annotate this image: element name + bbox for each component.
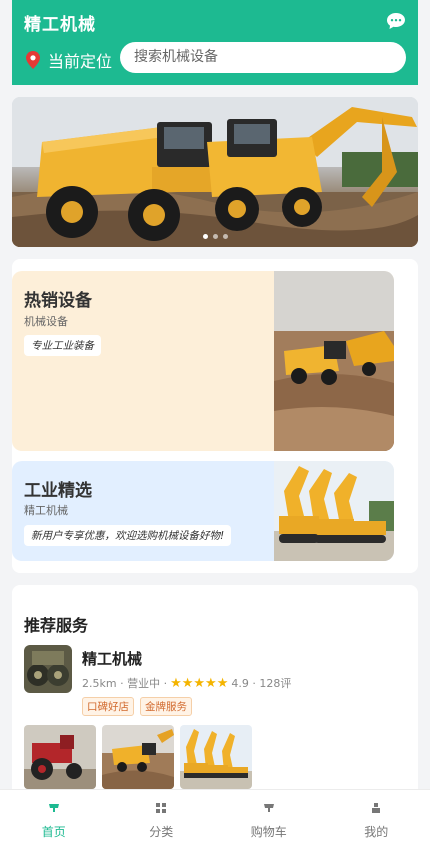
- bottom-tab-bar: 首页 分类 购物车 我的: [0, 789, 430, 845]
- tab-label: 分类: [108, 823, 216, 840]
- banner-image: [12, 97, 418, 247]
- tab-profile[interactable]: 我的: [323, 790, 430, 845]
- chat-bubble-icon[interactable]: [386, 12, 406, 30]
- promo-card-select[interactable]: 工业精选 精工机械 新用户专享优惠，欢迎选购机械设备好物!: [12, 461, 394, 561]
- search-input[interactable]: 搜索机械设备: [120, 42, 406, 73]
- user-icon: [370, 802, 382, 814]
- map-pin-icon: [26, 51, 40, 69]
- shop-thumbnail[interactable]: [24, 725, 96, 789]
- tab-cart[interactable]: 购物车: [215, 790, 323, 845]
- shop-name[interactable]: 精工机械: [82, 648, 142, 669]
- shop-reviews: 128评: [259, 675, 291, 691]
- banner-pagination: [12, 234, 418, 239]
- promo-title: 工业精选: [24, 476, 92, 501]
- location-label: 当前定位: [48, 48, 112, 72]
- excavators-row-photo: [274, 461, 394, 561]
- grid-icon: [155, 802, 167, 814]
- tab-label: 购物车: [215, 823, 323, 840]
- promo-tag: 新用户专享优惠，欢迎选购机械设备好物!: [24, 525, 231, 546]
- promo-tag: 专业工业装备: [24, 335, 101, 356]
- banner-dot[interactable]: [213, 234, 218, 239]
- shop-thumbnail[interactable]: [102, 725, 174, 789]
- tab-category[interactable]: 分类: [108, 790, 216, 845]
- promo-title: 热销设备: [24, 286, 92, 311]
- tab-home[interactable]: 首页: [0, 790, 108, 845]
- shop-meta: 2.5km · 营业中 · ★★★★★ 4.9 · 128评: [82, 675, 291, 691]
- promo-card-hot[interactable]: 热销设备 机械设备 专业工业装备: [12, 271, 394, 451]
- banner-dot[interactable]: [203, 234, 208, 239]
- hero-banner[interactable]: [12, 97, 418, 247]
- shop-rating: 4.9: [231, 677, 249, 690]
- tab-label: 首页: [0, 823, 108, 840]
- shop-status: 营业中: [127, 675, 160, 691]
- tab-label: 我的: [323, 823, 430, 840]
- location-selector[interactable]: 当前定位: [26, 48, 112, 72]
- dump-trucks-photo: [274, 271, 394, 451]
- shop-tag: 金牌服务: [140, 697, 192, 716]
- shop-distance: 2.5km: [82, 677, 117, 690]
- shop-logo[interactable]: [24, 645, 72, 693]
- promo-subtitle: 精工机械: [24, 502, 68, 518]
- banner-dot[interactable]: [223, 234, 228, 239]
- app-title: 精工机械: [24, 10, 96, 35]
- shop-tag: 口碑好店: [82, 697, 134, 716]
- cart-icon: [263, 802, 275, 814]
- app-header: 精工机械 当前定位 搜索机械设备: [12, 0, 418, 85]
- shop-thumbnail[interactable]: [180, 725, 252, 789]
- section-title: 推荐服务: [24, 612, 88, 636]
- rating-stars: ★★★★★: [170, 676, 228, 691]
- promo-subtitle: 机械设备: [24, 313, 68, 329]
- home-icon: [48, 802, 60, 814]
